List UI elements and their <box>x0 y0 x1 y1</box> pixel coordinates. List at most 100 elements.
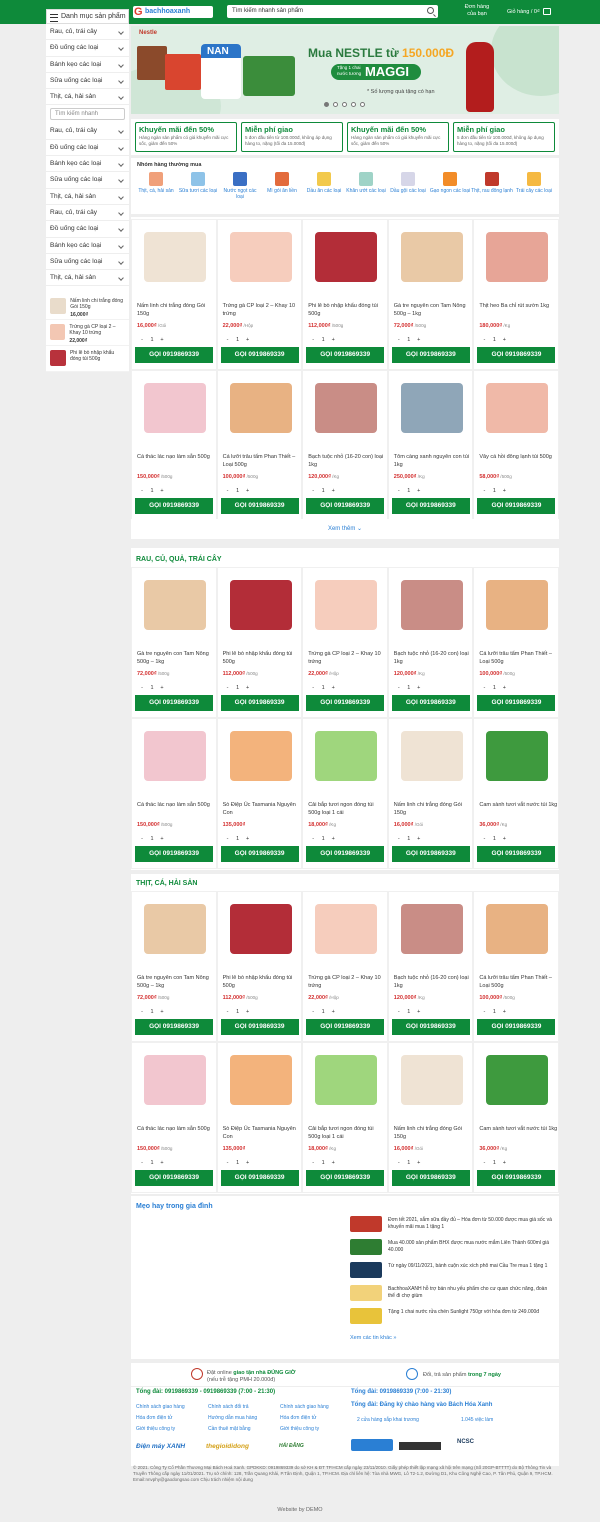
product-name[interactable]: Trứng gà CP loại 2 – Khay 10 trứng <box>308 974 386 990</box>
qty-minus-button[interactable]: - <box>479 836 489 842</box>
tip-item[interactable]: BachhoaXANH hỗ trợ bán nhu yếu phẩm cho … <box>350 1285 555 1305</box>
product-name[interactable]: Gà tre nguyên con Tam Nông 500g – 1kg <box>137 974 215 990</box>
product-name[interactable]: Nấm linh chi trắng đóng Gói 150g <box>394 801 472 817</box>
call-button[interactable]: GỌI 0919869339 <box>220 846 299 862</box>
qty-minus-button[interactable]: - <box>394 836 404 842</box>
quantity-stepper[interactable]: -1 + <box>223 685 253 691</box>
group-item[interactable]: Gạo ngon các loại <box>429 172 471 200</box>
product-image[interactable] <box>229 731 292 781</box>
product-name[interactable]: Nấm linh chi trắng đóng Gói 150g <box>137 302 215 318</box>
qty-minus-button[interactable]: - <box>223 1009 233 1015</box>
sidebar-title[interactable]: Danh mục sản phẩm <box>46 9 129 24</box>
product-image[interactable] <box>229 1055 292 1105</box>
sidebar-mini-product[interactable]: Nấm linh chi trắng đóng Gói 150g 16,000₫ <box>46 294 129 321</box>
product-image[interactable] <box>315 731 378 781</box>
call-button[interactable]: GỌI 0919869339 <box>306 846 385 862</box>
quantity-stepper[interactable]: -1 + <box>479 1009 509 1015</box>
footer-link[interactable]: Hóa đơn điện tử <box>136 1415 172 1421</box>
qty-minus-button[interactable]: - <box>137 685 147 691</box>
product-card[interactable]: Nấm linh chi trắng đóng Gói 150g 16,000₫ … <box>387 1042 474 1193</box>
footer-link[interactable]: 2 cửa hàng sắp khai trương <box>357 1417 419 1423</box>
tip-text[interactable]: Mua 40.000 sản phẩm BHX được mua nước mắ… <box>388 1240 555 1254</box>
sidebar-category-item[interactable]: Thịt, cá, hải sản <box>46 270 129 287</box>
sidebar-category-item[interactable]: Đồ uống các loại <box>46 221 129 238</box>
promo-card[interactable]: Miễn phí giao 5 đơn đầu tiên từ 100.000đ,… <box>453 122 555 152</box>
product-name[interactable]: Tôm càng xanh nguyên con túi 1kg <box>394 453 472 469</box>
product-card[interactable]: Trứng gà CP loại 2 – Khay 10 trứng 22,000… <box>302 891 388 1042</box>
qty-minus-button[interactable]: - <box>308 1160 318 1166</box>
qty-plus-button[interactable]: + <box>243 1160 253 1166</box>
qty-minus-button[interactable]: - <box>223 337 233 343</box>
product-name[interactable]: Thịt heo Ba chỉ rút sườn 1kg <box>479 302 557 310</box>
quantity-stepper[interactable]: -1 + <box>394 685 424 691</box>
call-button[interactable]: GỌI 0919869339 <box>391 347 470 363</box>
product-name[interactable]: Sò Điệp Úc Tasmania Nguyên Con <box>223 801 301 817</box>
qty-minus-button[interactable]: - <box>308 488 318 494</box>
product-name[interactable]: Gà tre nguyên con Tam Nông 500g – 1kg <box>137 650 215 666</box>
product-card[interactable]: Cải bắp tươi ngon đóng túi 500g loại 1 c… <box>302 718 388 869</box>
qty-plus-button[interactable]: + <box>157 1009 167 1015</box>
footer-link[interactable]: Giới thiệu công ty <box>136 1426 175 1432</box>
quantity-stepper[interactable]: -1 + <box>479 685 509 691</box>
product-card[interactable]: Bạch tuộc nhỏ (16-20 con) loại 1kg 120,00… <box>387 891 474 1042</box>
product-name[interactable]: Cá thác lác nạo làm sẵn 500g <box>137 453 215 461</box>
product-card[interactable]: Gà tre nguyên con Tam Nông 500g – 1kg 72,… <box>131 567 217 718</box>
product-image[interactable] <box>229 383 292 433</box>
product-name[interactable]: Bạch tuộc nhỏ (16-20 con) loại 1kg <box>394 650 472 666</box>
qty-plus-button[interactable]: + <box>243 337 253 343</box>
qty-minus-button[interactable]: - <box>394 1009 404 1015</box>
qty-plus-button[interactable]: + <box>414 1009 424 1015</box>
call-button[interactable]: GỌI 0919869339 <box>220 1170 299 1186</box>
product-image[interactable] <box>229 580 292 630</box>
sidebar-category-item[interactable]: Đồ uống các loại <box>46 40 129 57</box>
sidebar-category-item[interactable]: Sữa uống các loại <box>46 73 129 90</box>
qty-minus-button[interactable]: - <box>308 337 318 343</box>
product-name[interactable]: Phi lê bò nhập khẩu đóng túi 500g <box>223 650 301 666</box>
product-image[interactable] <box>400 731 463 781</box>
carousel-dot[interactable] <box>333 102 338 107</box>
product-name[interactable]: Phi lê bò nhập khẩu đóng túi 500g <box>223 974 301 990</box>
product-card[interactable]: Sò Điệp Úc Tasmania Nguyên Con 135,000₫ -1… <box>216 1042 303 1193</box>
qty-plus-button[interactable]: + <box>243 488 253 494</box>
sidebar-category-item[interactable]: Thịt, cá, hải sản <box>46 189 129 205</box>
product-card[interactable]: Nấm linh chi trắng đóng Gói 150g 16,000₫ … <box>387 718 474 869</box>
quantity-stepper[interactable]: -1 + <box>308 1009 338 1015</box>
call-button[interactable]: GỌI 0919869339 <box>477 1019 556 1035</box>
qty-plus-button[interactable]: + <box>499 1009 509 1015</box>
sidebar-search-input[interactable]: Tìm kiếm nhanh <box>50 108 125 121</box>
product-image[interactable] <box>144 383 206 433</box>
product-name[interactable]: Trứng gà CP loại 2 – Khay 10 trứng <box>223 302 301 318</box>
site-logo[interactable]: Gbachhoaxanh <box>133 6 213 18</box>
qty-plus-button[interactable]: + <box>414 488 424 494</box>
tip-item[interactable]: Tặng 1 chai nước rửa chén Sunlight 750gr… <box>350 1308 555 1328</box>
qty-plus-button[interactable]: + <box>328 836 338 842</box>
sidebar-category-item[interactable]: Bánh kẹo các loại <box>46 57 129 73</box>
product-card[interactable]: Cá lưỡi trâu tẩm Phan Thiết – Loại 500g 1… <box>473 567 559 718</box>
promo-card[interactable]: Khuyến mãi đến 50% Hàng ngàn sản phẩm có … <box>135 122 237 152</box>
qty-plus-button[interactable]: + <box>157 1160 167 1166</box>
quantity-stepper[interactable]: -1 + <box>223 1009 253 1015</box>
qty-minus-button[interactable]: - <box>394 337 404 343</box>
carousel-dot[interactable] <box>351 102 356 107</box>
product-image[interactable] <box>144 731 206 781</box>
call-button[interactable]: GỌI 0919869339 <box>391 695 470 711</box>
qty-minus-button[interactable]: - <box>223 1160 233 1166</box>
call-button[interactable]: GỌI 0919869339 <box>135 498 213 514</box>
sidebar-category-item[interactable]: Sữa uống các loại <box>46 172 129 189</box>
qty-plus-button[interactable]: + <box>157 836 167 842</box>
call-button[interactable]: GỌI 0919869339 <box>306 695 385 711</box>
dmca-badge[interactable] <box>399 1442 441 1450</box>
product-card[interactable]: Bạch tuộc nhỏ (16-20 con) loại 1kg 120,00… <box>387 567 474 718</box>
sidebar-category-item[interactable]: Rau, củ, trái cây <box>46 123 129 140</box>
product-image[interactable] <box>486 904 549 954</box>
product-card[interactable]: Vây cá hồi đông lạnh túi 500g 58,000₫ /50… <box>473 370 559 521</box>
qty-plus-button[interactable]: + <box>243 836 253 842</box>
quantity-stepper[interactable]: -1 + <box>308 337 338 343</box>
qty-plus-button[interactable]: + <box>499 488 509 494</box>
product-name[interactable]: Phi lê bò nhập khẩu đóng túi 500g <box>308 302 386 318</box>
call-button[interactable]: GỌI 0919869339 <box>220 347 299 363</box>
quantity-stepper[interactable]: -1 + <box>137 1009 167 1015</box>
call-button[interactable]: GỌI 0919869339 <box>135 347 213 363</box>
certified-badge[interactable] <box>351 1439 393 1451</box>
call-button[interactable]: GỌI 0919869339 <box>391 498 470 514</box>
